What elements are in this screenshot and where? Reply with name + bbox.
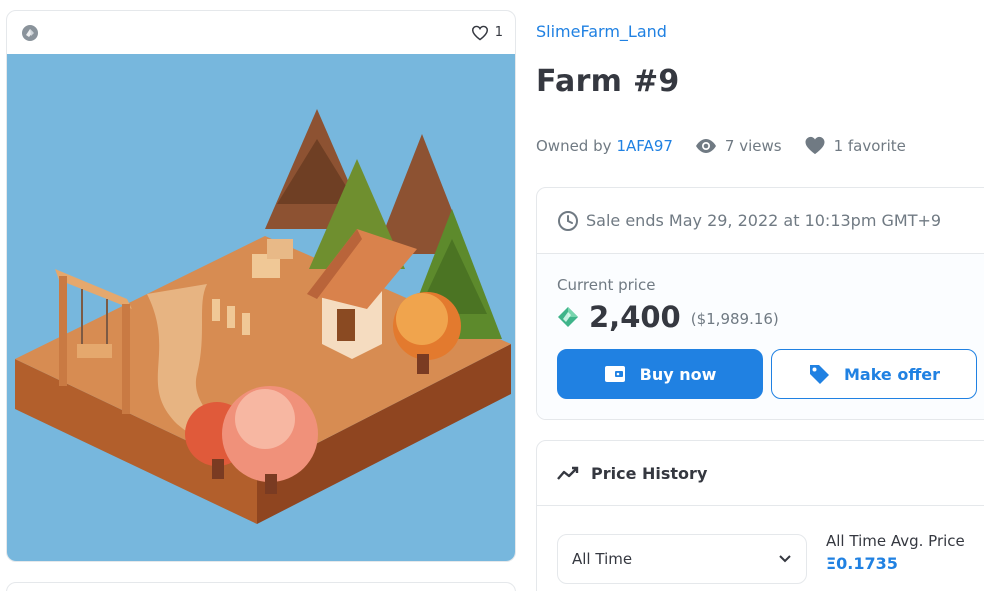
buy-now-label: Buy now [639,364,717,384]
favorite-button[interactable]: 1 [471,25,503,41]
heart-icon [471,25,488,40]
sale-ends-row: Sale ends May 29, 2022 at 10:13pm GMT+9 [537,188,984,254]
media-card: 1 [6,10,516,562]
nft-image[interactable] [7,54,515,561]
owned-by-label: Owned by [536,136,612,155]
eye-icon [695,138,716,153]
farm-illustration [15,109,511,524]
price-history-header[interactable]: Price History [537,441,984,506]
current-price-label: Current price [557,276,656,294]
collection-link[interactable]: SlimeFarm_Land [536,22,667,41]
avg-price-value: Ξ0.1735 [826,554,898,573]
sale-ends-text: Sale ends May 29, 2022 at 10:13pm GMT+9 [586,211,942,230]
owner-link[interactable]: 1AFA97 [617,137,673,155]
clock-icon [558,210,578,231]
buy-now-button[interactable]: Buy now [557,349,763,399]
trade-panel: Sale ends May 29, 2022 at 10:13pm GMT+9 … [536,187,984,420]
favorite-count: 1 [494,25,503,40]
price-amount: 2,400 [589,300,681,334]
heart-filled-icon [805,136,825,155]
make-offer-label: Make offer [843,364,941,384]
chain-icon [22,24,38,41]
views-count: 7 views [724,136,782,155]
token-icon [558,307,578,327]
avg-price-label: All Time Avg. Price [826,532,965,550]
properties-card [6,582,516,591]
time-range-select[interactable]: All Time [557,534,807,584]
item-title: Farm #9 [536,64,680,99]
media-header: 1 [7,11,515,54]
favorites-count: 1 favorite [833,136,906,155]
owner-info: Owned by [536,137,612,155]
price-history-panel: Price History All Time All Time Avg. Pri… [536,440,984,591]
make-offer-button[interactable]: Make offer [771,349,977,399]
tag-icon [809,365,829,384]
action-buttons: Buy now Make offer [557,349,977,399]
trend-icon [557,466,579,480]
price-usd: ($1,989.16) [690,310,779,328]
item-meta: Owned by 1AFA97 7 views 1 favorite [536,136,906,155]
price-line: 2,400 ($1,989.16) [557,300,975,334]
chevron-down-icon [779,555,791,563]
wallet-icon [604,366,625,382]
price-history-title: Price History [591,463,708,483]
favorites-info[interactable]: 1 favorite [804,136,906,155]
time-range-value: All Time [572,550,633,568]
views-info: 7 views [695,137,782,155]
